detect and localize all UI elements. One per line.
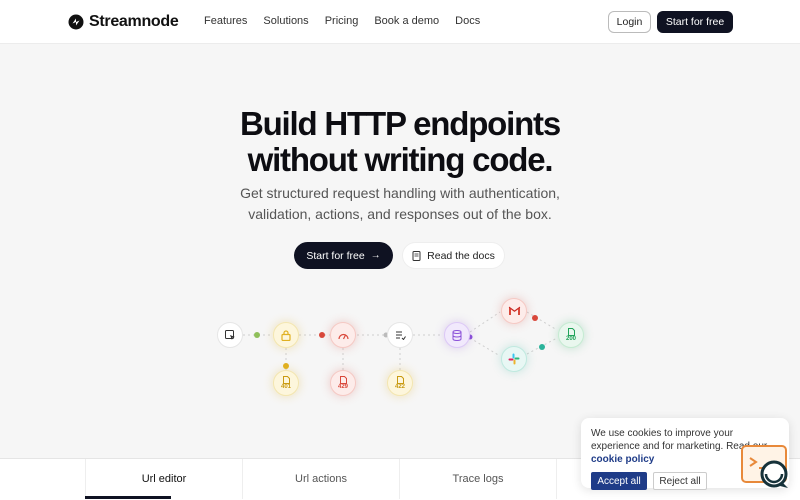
request-flow-diagram: 200 401 429 422 [0, 290, 800, 410]
lock-icon [281, 329, 291, 341]
response-422-code: 422 [394, 384, 405, 390]
list-check-icon [395, 331, 406, 340]
gmail-node[interactable] [501, 298, 527, 324]
hero-title-line-1: Build HTTP endpoints [239, 105, 561, 142]
slack-node[interactable] [501, 346, 527, 372]
auth-lock-node[interactable] [273, 322, 299, 348]
response-200-code: 200 [565, 336, 576, 342]
nav-link-features[interactable]: Features [204, 15, 247, 27]
connector-dot-lock [283, 363, 289, 369]
rate-limit-node[interactable] [330, 322, 356, 348]
hero-subtitle-line-2: validation, actions, and responses out o… [248, 206, 552, 222]
cookie-policy-link[interactable]: cookie policy [591, 454, 654, 465]
connector-dot-slack [539, 344, 545, 350]
database-icon [452, 329, 462, 341]
response-401-code: 401 [280, 384, 291, 390]
brand-logo[interactable]: Streamnode [68, 13, 179, 31]
validation-node[interactable] [387, 322, 413, 348]
nav-link-docs[interactable]: Docs [455, 15, 480, 27]
tab-url-actions[interactable]: Url actions [243, 459, 400, 499]
brand-name: Streamnode [89, 13, 179, 30]
response-429-node[interactable]: 429 [330, 370, 356, 396]
response-422-node[interactable]: 422 [387, 370, 413, 396]
start-free-nav-button[interactable]: Start for free [657, 11, 733, 33]
file-401-icon [282, 376, 290, 384]
cursor-click-icon [224, 329, 235, 340]
tab-trace-logs[interactable]: Trace logs [400, 459, 557, 499]
database-node[interactable] [444, 322, 470, 348]
slack-icon [508, 353, 520, 365]
file-200-icon [567, 328, 575, 336]
response-429-code: 429 [337, 384, 348, 390]
chat-widget-icon[interactable] [740, 444, 792, 492]
request-node[interactable] [217, 322, 243, 348]
hero-title: Build HTTP endpoints without writing cod… [0, 106, 800, 178]
active-tab-indicator [85, 496, 171, 499]
nav-links: Features Solutions Pricing Book a demo D… [204, 15, 480, 27]
accept-cookies-button[interactable]: Accept all [591, 472, 647, 490]
top-nav: Streamnode Features Solutions Pricing Bo… [0, 0, 800, 44]
streamnode-logo-icon [68, 14, 84, 30]
file-429-icon [339, 376, 347, 384]
reject-cookies-button[interactable]: Reject all [653, 472, 707, 490]
connector-dot-green [254, 332, 260, 338]
response-200-node[interactable]: 200 [558, 322, 584, 348]
gmail-icon [508, 306, 520, 315]
hero-subtitle-line-1: Get structured request handling with aut… [240, 185, 560, 201]
read-docs-label: Read the docs [427, 249, 495, 262]
arrow-right-icon: → [370, 250, 381, 261]
login-button[interactable]: Login [608, 11, 651, 33]
nav-link-book-demo[interactable]: Book a demo [374, 15, 439, 27]
connector-dot-red [319, 332, 325, 338]
hero-subtitle: Get structured request handling with aut… [0, 183, 800, 225]
read-docs-button[interactable]: Read the docs [402, 242, 505, 269]
connector-dot-gmail [532, 315, 538, 321]
tab-url-editor[interactable]: Url editor [85, 459, 243, 499]
file-422-icon [396, 376, 404, 384]
document-icon [412, 250, 421, 261]
hero-title-line-2: without writing code. [247, 141, 554, 178]
start-free-hero-label: Start for free [306, 249, 365, 262]
gauge-icon [337, 333, 349, 339]
response-401-node[interactable]: 401 [273, 370, 299, 396]
start-free-hero-button[interactable]: Start for free → [294, 242, 393, 269]
nav-link-solutions[interactable]: Solutions [263, 15, 308, 27]
nav-link-pricing[interactable]: Pricing [325, 15, 359, 27]
